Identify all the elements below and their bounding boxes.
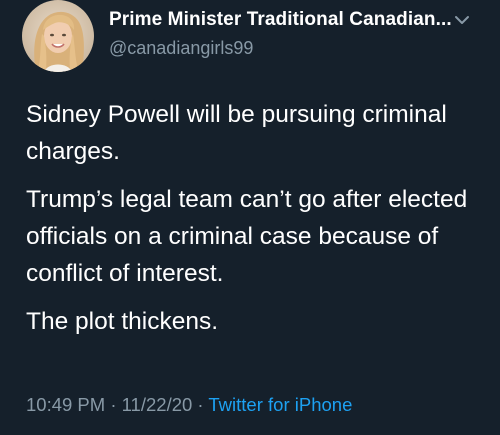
- tweet-paragraph: Sidney Powell will be pursuing criminal …: [26, 101, 447, 165]
- author-handle[interactable]: @canadiangirls99: [109, 38, 253, 59]
- tweet-text: Sidney Powell will be pursuing criminal …: [26, 96, 476, 351]
- separator-dot: ·: [110, 394, 117, 415]
- tweet: Prime Minister Traditional Canadian... @…: [0, 0, 500, 435]
- tweet-date[interactable]: 11/22/20: [122, 394, 193, 415]
- tweet-paragraph: Trump’s legal team can’t go after electe…: [26, 186, 468, 287]
- tweet-meta: 10:49 PM · 11/22/20 · Twitter for iPhone: [26, 394, 352, 416]
- avatar-photo-icon: [22, 0, 94, 72]
- tweet-paragraph: The plot thickens.: [26, 308, 219, 335]
- chevron-down-icon[interactable]: [452, 12, 472, 28]
- author-name[interactable]: Prime Minister Traditional Canadian...: [109, 9, 459, 31]
- tweet-header: Prime Minister Traditional Canadian... @…: [22, 0, 482, 74]
- separator-dot: ·: [197, 394, 204, 415]
- tweet-time[interactable]: 10:49 PM: [26, 394, 105, 415]
- tweet-source-link[interactable]: Twitter for iPhone: [208, 394, 352, 415]
- avatar[interactable]: [22, 0, 94, 72]
